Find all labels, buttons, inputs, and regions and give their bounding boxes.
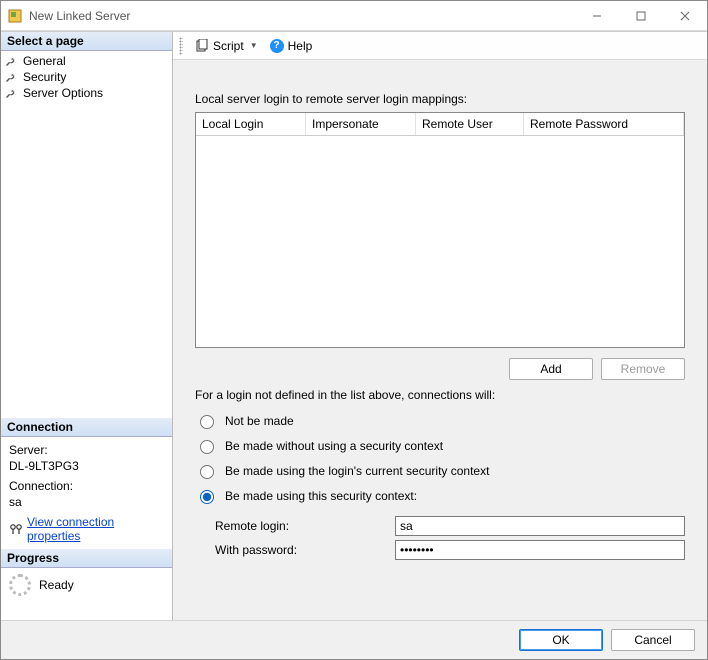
main-pane: Script ▼ ? Help Local server login to re… (173, 32, 707, 620)
view-connection-properties-link[interactable]: View connection properties (27, 515, 164, 543)
body-area: Select a page General Security (1, 31, 707, 620)
remove-button[interactable]: Remove (601, 358, 685, 380)
wrench-icon (5, 56, 15, 66)
dialog-footer: OK Cancel (1, 620, 707, 659)
script-button[interactable]: Script ▼ (191, 37, 262, 55)
page-label: Server Options (23, 86, 103, 100)
help-icon: ? (270, 39, 284, 53)
page-label: Security (23, 70, 66, 84)
security-context-fields: Remote login: With password: (215, 512, 685, 564)
connection-header: Connection (1, 418, 172, 437)
not-defined-label: For a login not defined in the list abov… (195, 388, 685, 402)
with-password-label: With password: (215, 543, 395, 557)
page-item-general[interactable]: General (1, 53, 172, 69)
chevron-down-icon: ▼ (250, 41, 258, 50)
minimize-button[interactable] (575, 1, 619, 31)
connection-mode-radiogroup: Not be made Be made without using a secu… (195, 408, 685, 508)
script-label: Script (213, 39, 244, 53)
server-value: DL-9LT3PG3 (9, 459, 164, 473)
app-icon (7, 8, 23, 24)
help-label: Help (288, 39, 313, 53)
col-remote-password[interactable]: Remote Password (524, 113, 684, 135)
progress-status: Ready (39, 578, 74, 592)
script-icon (195, 39, 209, 53)
page-label: General (23, 54, 66, 68)
close-button[interactable] (663, 1, 707, 31)
remote-login-label: Remote login: (215, 519, 395, 533)
col-remote-user[interactable]: Remote User (416, 113, 524, 135)
sidebar: Select a page General Security (1, 32, 173, 620)
login-mappings-grid[interactable]: Local Login Impersonate Remote User Remo… (195, 112, 685, 348)
server-label: Server: (9, 443, 164, 457)
grid-body[interactable] (196, 136, 684, 347)
cancel-button[interactable]: Cancel (611, 629, 695, 651)
radio-no-security-context[interactable] (200, 440, 214, 454)
radio-not-be-made[interactable] (200, 415, 214, 429)
col-impersonate[interactable]: Impersonate (306, 113, 416, 135)
radio-this-security-context[interactable] (200, 490, 214, 504)
page-item-security[interactable]: Security (1, 69, 172, 85)
select-page-header: Select a page (1, 32, 172, 51)
radio-login-context-label: Be made using the login's current securi… (225, 464, 489, 478)
sidebar-spacer (1, 103, 172, 418)
connection-properties-icon (9, 523, 23, 535)
page-item-server-options[interactable]: Server Options (1, 85, 172, 101)
progress-header: Progress (1, 549, 172, 568)
col-local-login[interactable]: Local Login (196, 113, 306, 135)
connection-block: Server: DL-9LT3PG3 Connection: sa View c… (1, 437, 172, 549)
dialog-window: New Linked Server Select a page Gene (0, 0, 708, 660)
ok-button[interactable]: OK (519, 629, 603, 651)
window-title: New Linked Server (29, 9, 575, 23)
titlebar: New Linked Server (1, 1, 707, 31)
mappings-label: Local server login to remote server logi… (195, 92, 685, 106)
window-controls (575, 1, 707, 31)
connection-value: sa (9, 495, 164, 509)
radio-this-security-context-label: Be made using this security context: (225, 489, 417, 503)
add-button[interactable]: Add (509, 358, 593, 380)
remote-login-input[interactable] (395, 516, 685, 536)
radio-login-context[interactable] (200, 465, 214, 479)
progress-block: Ready (1, 568, 172, 602)
grid-header: Local Login Impersonate Remote User Remo… (196, 113, 684, 136)
wrench-icon (5, 72, 15, 82)
radio-not-be-made-label: Not be made (225, 414, 294, 428)
toolbar: Script ▼ ? Help (173, 32, 707, 60)
page-list: General Security Server Options (1, 51, 172, 103)
with-password-input[interactable] (395, 540, 685, 560)
toolbar-grip-icon (179, 37, 183, 55)
wrench-icon (5, 88, 15, 98)
maximize-button[interactable] (619, 1, 663, 31)
progress-spinner-icon (9, 574, 31, 596)
connection-label: Connection: (9, 479, 164, 493)
help-button[interactable]: ? Help (266, 37, 317, 55)
content: Local server login to remote server logi… (173, 60, 707, 620)
radio-no-security-context-label: Be made without using a security context (225, 439, 443, 453)
